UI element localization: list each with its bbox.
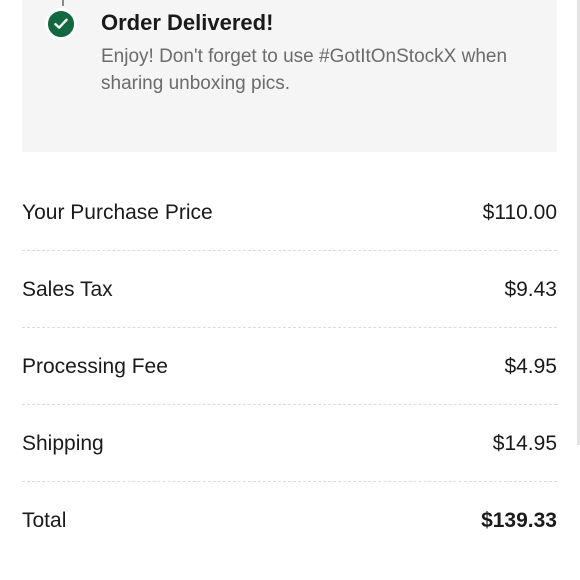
- sales-tax-label: Sales Tax: [22, 278, 113, 301]
- total-label: Total: [22, 509, 67, 532]
- check-circle-icon: [45, 8, 77, 40]
- sales-tax-value: $9.43: [504, 278, 557, 301]
- processing-fee-row: Processing Fee $4.95: [22, 349, 557, 385]
- timeline-connector: [62, 0, 64, 6]
- row-divider: [22, 250, 557, 251]
- order-status-title: Order Delivered!: [101, 10, 274, 35]
- row-divider: [22, 481, 557, 482]
- shipping-value: $14.95: [492, 432, 557, 455]
- shipping-row: Shipping $14.95: [22, 426, 557, 462]
- row-divider: [22, 404, 557, 405]
- total-row: Total $139.33: [22, 503, 557, 539]
- processing-fee-label: Processing Fee: [22, 355, 168, 378]
- purchase-price-label: Your Purchase Price: [22, 201, 213, 224]
- processing-fee-value: $4.95: [504, 355, 557, 378]
- sales-tax-row: Sales Tax $9.43: [22, 272, 557, 308]
- order-status-message: Enjoy! Don't forget to use #GotItOnStock…: [101, 46, 508, 94]
- total-value: $139.33: [481, 509, 557, 532]
- order-detail-page: Order Delivered! Enjoy! Don't forget to …: [0, 0, 580, 580]
- purchase-price-row: Your Purchase Price $110.00: [22, 195, 557, 231]
- row-divider: [22, 327, 557, 328]
- shipping-label: Shipping: [22, 432, 104, 455]
- purchase-price-value: $110.00: [482, 201, 557, 224]
